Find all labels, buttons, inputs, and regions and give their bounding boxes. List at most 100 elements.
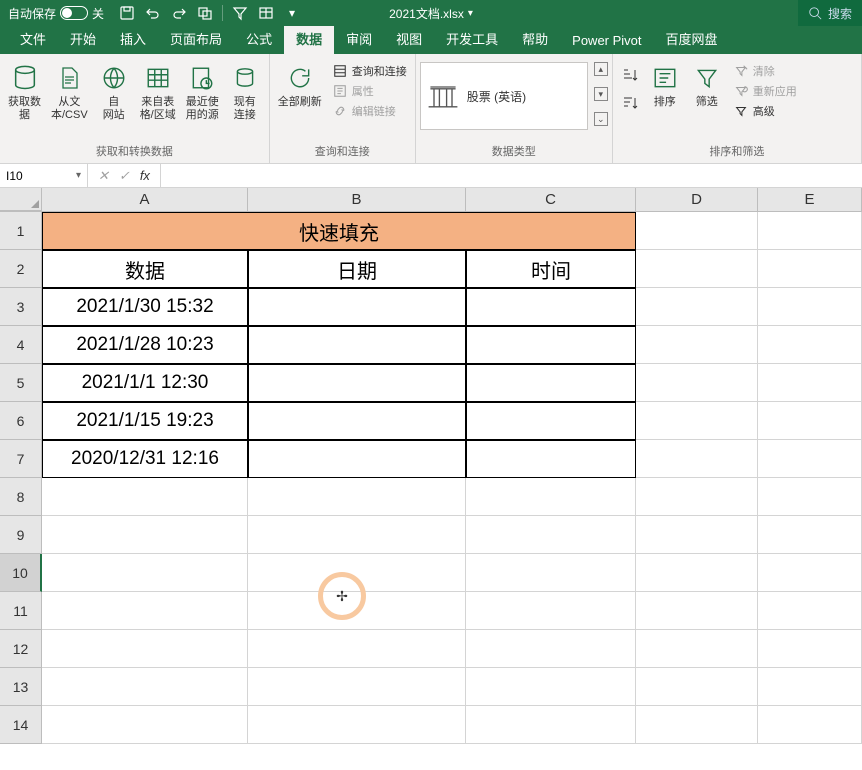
tab-review[interactable]: 审阅 [334, 23, 384, 54]
cell[interactable] [636, 516, 758, 554]
save-icon[interactable] [118, 4, 136, 22]
cell[interactable] [42, 668, 248, 706]
fx-icon[interactable]: fx [140, 168, 150, 183]
cell[interactable] [42, 554, 248, 592]
row-header[interactable]: 14 [0, 706, 42, 744]
autosave-toggle[interactable]: 自动保存 关 [0, 5, 112, 22]
cell[interactable] [466, 554, 636, 592]
row-header[interactable]: 11 [0, 592, 42, 630]
cell[interactable] [636, 668, 758, 706]
filter-button[interactable]: 筛选 [687, 60, 727, 111]
row-header[interactable]: 9 [0, 516, 42, 554]
from-csv-button[interactable]: 从文 本/CSV [47, 60, 92, 124]
search-box[interactable]: 搜索 [798, 0, 862, 26]
cell[interactable] [248, 630, 466, 668]
col-header-a[interactable]: A [42, 188, 248, 211]
col-header-c[interactable]: C [466, 188, 636, 211]
tab-view[interactable]: 视图 [384, 23, 434, 54]
cell[interactable] [42, 706, 248, 744]
gallery-down-icon[interactable]: ▾ [594, 87, 608, 101]
chevron-down-icon[interactable]: ▾ [76, 170, 81, 181]
cell[interactable] [758, 706, 862, 744]
cell-b3[interactable] [248, 288, 466, 326]
undo-icon[interactable] [144, 4, 162, 22]
cell-a3[interactable]: 2021/1/30 15:32 [42, 288, 248, 326]
cell[interactable] [248, 516, 466, 554]
redo-icon[interactable] [170, 4, 188, 22]
cell-b5[interactable] [248, 364, 466, 402]
col-header-e[interactable]: E [758, 188, 862, 211]
cell[interactable] [636, 212, 758, 250]
tab-developer[interactable]: 开发工具 [434, 23, 510, 54]
cell[interactable] [636, 250, 758, 288]
row-header[interactable]: 5 [0, 364, 42, 402]
tab-baidu[interactable]: 百度网盘 [654, 23, 730, 54]
table-icon[interactable] [257, 4, 275, 22]
cell[interactable] [758, 630, 862, 668]
from-web-button[interactable]: 自 网站 [94, 60, 134, 124]
cell[interactable] [42, 478, 248, 516]
tab-help[interactable]: 帮助 [510, 23, 560, 54]
row-header[interactable]: 13 [0, 668, 42, 706]
cell-a4[interactable]: 2021/1/28 10:23 [42, 326, 248, 364]
recent-sources-button[interactable]: 最近使 用的源 [182, 60, 223, 124]
row-header[interactable]: 10 [0, 554, 42, 592]
cell[interactable] [758, 288, 862, 326]
cell-a2[interactable]: 数据 [42, 250, 248, 288]
cell[interactable] [758, 440, 862, 478]
cell-b7[interactable] [248, 440, 466, 478]
cell[interactable] [636, 288, 758, 326]
cell[interactable] [758, 212, 862, 250]
cell[interactable] [636, 592, 758, 630]
cell[interactable] [758, 478, 862, 516]
cell[interactable] [42, 516, 248, 554]
cell[interactable] [636, 554, 758, 592]
get-data-button[interactable]: 获取数 据 [4, 60, 45, 124]
cell[interactable] [248, 592, 466, 630]
spreadsheet-grid[interactable]: A B C D E 1 快速填充 2 数据 日期 时间 3 2021/1/30 … [0, 188, 862, 744]
tab-home[interactable]: 开始 [58, 23, 108, 54]
cell[interactable] [758, 402, 862, 440]
sort-button[interactable]: 排序 [645, 60, 685, 111]
cell-c2[interactable]: 时间 [466, 250, 636, 288]
cell[interactable] [636, 630, 758, 668]
gallery-more-icon[interactable]: ⌄ [594, 112, 608, 126]
cell[interactable] [466, 630, 636, 668]
cell[interactable] [758, 592, 862, 630]
queries-connections-button[interactable]: 查询和连接 [330, 62, 409, 80]
cell[interactable] [758, 554, 862, 592]
stock-data-type[interactable]: 股票 (英语) [420, 62, 588, 130]
name-box[interactable]: I10 ▾ [0, 164, 88, 187]
cell-a6[interactable]: 2021/1/15 19:23 [42, 402, 248, 440]
tab-formulas[interactable]: 公式 [234, 23, 284, 54]
cell[interactable] [466, 706, 636, 744]
cell[interactable] [758, 250, 862, 288]
cell-a1-merged[interactable]: 快速填充 [42, 212, 636, 250]
row-header[interactable]: 8 [0, 478, 42, 516]
row-header[interactable]: 12 [0, 630, 42, 668]
cell-c6[interactable] [466, 402, 636, 440]
sort-desc-button[interactable] [619, 92, 641, 114]
cell-c5[interactable] [466, 364, 636, 402]
refresh-all-button[interactable]: 全部刷新 [274, 60, 326, 111]
select-all-corner[interactable] [0, 188, 42, 211]
qat-misc-icon[interactable] [196, 4, 214, 22]
col-header-d[interactable]: D [636, 188, 758, 211]
cell-c7[interactable] [466, 440, 636, 478]
tab-data[interactable]: 数据 [284, 23, 334, 54]
tab-page-layout[interactable]: 页面布局 [158, 23, 234, 54]
cell-c3[interactable] [466, 288, 636, 326]
cell[interactable] [758, 364, 862, 402]
row-header[interactable]: 2 [0, 250, 42, 288]
document-title[interactable]: 2021文档.xlsx ▾ [389, 5, 473, 22]
cell[interactable] [636, 364, 758, 402]
row-header[interactable]: 4 [0, 326, 42, 364]
cell[interactable] [248, 554, 466, 592]
tab-file[interactable]: 文件 [8, 23, 58, 54]
cell-b2[interactable]: 日期 [248, 250, 466, 288]
qat-customize-icon[interactable]: ▾ [283, 4, 301, 22]
cell[interactable] [248, 668, 466, 706]
formula-input[interactable] [161, 164, 862, 187]
cell[interactable] [636, 326, 758, 364]
advanced-filter-button[interactable]: 高级 [731, 102, 799, 120]
